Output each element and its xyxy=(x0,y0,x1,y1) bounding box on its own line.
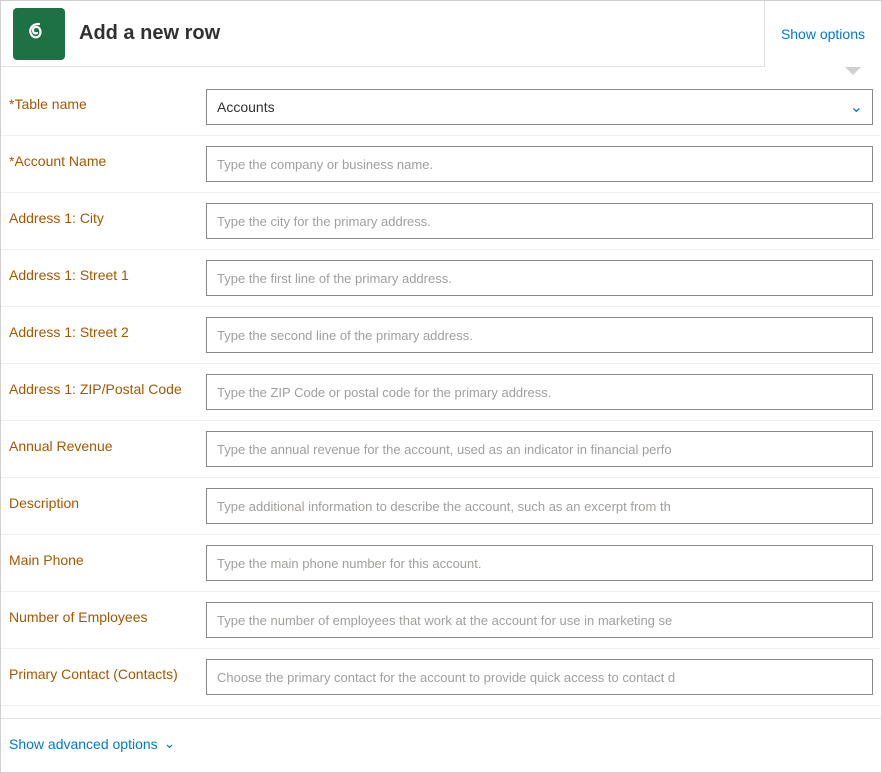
field-address-zip xyxy=(206,370,881,414)
field-row-description: Description xyxy=(1,478,881,535)
field-row-account-name: Account Name xyxy=(1,136,881,193)
field-address-city xyxy=(206,199,881,243)
field-num-employees xyxy=(206,598,881,642)
form-area: Table name Accounts Contacts Leads Oppor… xyxy=(1,67,881,718)
label-address-zip: Address 1: ZIP/Postal Code xyxy=(1,370,206,408)
label-address-city: Address 1: City xyxy=(1,199,206,237)
table-name-field: Accounts Contacts Leads Opportunities ⌄ xyxy=(206,85,881,129)
show-advanced-options-button[interactable]: Show advanced options ⌄ xyxy=(9,731,175,756)
chevron-down-icon: ⌄ xyxy=(164,735,176,752)
field-address-street2 xyxy=(206,313,881,357)
table-name-row: Table name Accounts Contacts Leads Oppor… xyxy=(1,79,881,136)
field-row-annual-revenue: Annual Revenue xyxy=(1,421,881,478)
input-address-zip[interactable] xyxy=(206,374,873,410)
header: Add a new row Show options xyxy=(1,1,881,67)
table-name-label: Table name xyxy=(1,85,206,123)
input-primary-contact[interactable] xyxy=(206,659,873,695)
label-main-phone: Main Phone xyxy=(1,541,206,579)
input-address-city[interactable] xyxy=(206,203,873,239)
app-logo-icon xyxy=(21,16,57,52)
field-address-street1 xyxy=(206,256,881,300)
label-description: Description xyxy=(1,484,206,522)
field-row-primary-contact: Primary Contact (Contacts) xyxy=(1,649,881,706)
label-account-name: Account Name xyxy=(1,142,206,180)
field-row-address-street1: Address 1: Street 1 xyxy=(1,250,881,307)
field-row-main-phone: Main Phone xyxy=(1,535,881,592)
field-row-address-zip: Address 1: ZIP/Postal Code xyxy=(1,364,881,421)
show-options-button[interactable]: Show options xyxy=(764,1,881,67)
input-address-street2[interactable] xyxy=(206,317,873,353)
field-primary-contact xyxy=(206,655,881,699)
field-account-name xyxy=(206,142,881,186)
input-description[interactable] xyxy=(206,488,873,524)
field-description xyxy=(206,484,881,528)
app-container: Add a new row Show options Table name Ac… xyxy=(0,0,882,773)
table-name-select[interactable]: Accounts Contacts Leads Opportunities xyxy=(206,89,873,125)
table-name-select-wrapper: Accounts Contacts Leads Opportunities ⌄ xyxy=(206,89,873,125)
input-address-street1[interactable] xyxy=(206,260,873,296)
label-address-street2: Address 1: Street 2 xyxy=(1,313,206,351)
label-address-street1: Address 1: Street 1 xyxy=(1,256,206,294)
label-num-employees: Number of Employees xyxy=(1,598,206,636)
field-row-num-employees: Number of Employees xyxy=(1,592,881,649)
field-row-address-street2: Address 1: Street 2 xyxy=(1,307,881,364)
field-annual-revenue xyxy=(206,427,881,471)
field-row-address-city: Address 1: City xyxy=(1,193,881,250)
show-advanced-label: Show advanced options xyxy=(9,736,158,752)
input-main-phone[interactable] xyxy=(206,545,873,581)
input-num-employees[interactable] xyxy=(206,602,873,638)
logo-box xyxy=(13,8,65,60)
footer: Show advanced options ⌄ xyxy=(1,718,881,772)
field-main-phone xyxy=(206,541,881,585)
fields-container: Account Name Address 1: City Address 1: St… xyxy=(1,136,881,706)
page-title: Add a new row xyxy=(79,22,220,45)
input-account-name[interactable] xyxy=(206,146,873,182)
label-annual-revenue: Annual Revenue xyxy=(1,427,206,465)
input-annual-revenue[interactable] xyxy=(206,431,873,467)
label-primary-contact: Primary Contact (Contacts) xyxy=(1,655,206,693)
